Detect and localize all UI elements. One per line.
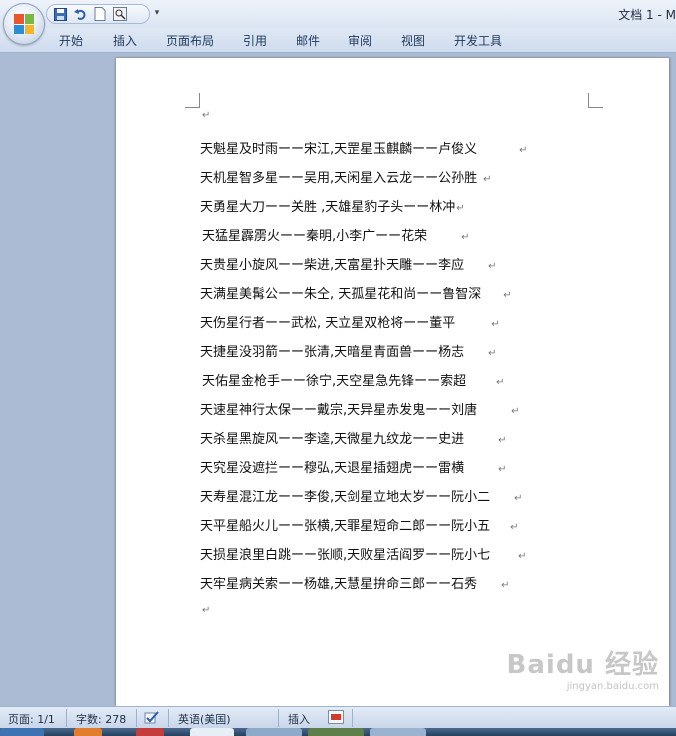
save-icon[interactable] [53,7,67,21]
watermark-url: jingyan.baidu.com [566,681,659,692]
proofing-check-icon[interactable] [144,710,160,727]
paragraph-mark: ↵ [202,605,211,616]
status-divider [168,709,169,727]
windows-taskbar [0,728,676,736]
tab-insert[interactable]: 插入 [113,32,137,49]
document-line[interactable]: 天杀星黑旋风ーー李逵,天微星九纹龙ーー史进 ↵ [200,428,507,448]
document-area: ↵ 天魁星及时雨ーー宋江,天罡星玉麒麟ーー卢俊义 ↵ 天机星智多星ーー吴用,天闲星… [0,53,676,706]
tab-review[interactable]: 审阅 [348,32,372,49]
page-count[interactable]: 页面: 1/1 [8,711,55,727]
document-line[interactable]: 天猛星霹雳火ーー秦明,小李广ーー花荣 ↵ [202,225,470,245]
document-line[interactable]: 天牢星病关索ーー杨雄,天慧星拚命三郎ーー石秀 ↵ [200,573,510,593]
new-document-icon[interactable] [93,7,107,21]
crop-mark-left [185,93,200,108]
print-preview-icon[interactable] [113,7,127,21]
tab-view[interactable]: 视图 [401,32,425,49]
document-line[interactable]: 天佑星金枪手ーー徐宁,天空星急先锋ーー索超 ↵ [202,370,505,390]
quick-access-toolbar [46,4,150,24]
start-button[interactable] [0,728,44,736]
document-line[interactable]: 天机星智多星ーー吴用,天闲星入云龙ーー公孙胜 ↵ [200,167,492,187]
watermark: Baidu 经验 jingyan.baidu.com [507,644,659,692]
tab-home[interactable]: 开始 [59,32,83,49]
insert-mode-indicator[interactable]: 插入 [288,711,310,727]
document-line[interactable]: 天魁星及时雨ーー宋江,天罡星玉麒麟ーー卢俊义 ↵ [200,138,528,158]
window-title: 文档 1 - M [618,8,676,22]
document-line[interactable]: 天寿星混江龙ーー李俊,天剑星立地太岁ーー阮小二 ↵ [200,486,523,506]
document-line[interactable]: 天满星美髯公ーー朱仝, 天孤星花和尚ーー鲁智深 ↵ [200,283,512,303]
title-bar: ▾ 文档 1 - M [0,0,676,45]
status-divider [136,709,137,727]
word-count[interactable]: 字数: 278 [76,711,126,727]
macro-record-icon[interactable] [328,710,344,727]
taskbar-app-icon[interactable] [136,728,164,736]
watermark-brand: Baidu 经验 [506,650,659,680]
customize-toolbar-chevron-icon[interactable]: ▾ [152,7,162,19]
status-bar: 页面: 1/1 字数: 278 英语(美国) 插入 [0,706,676,729]
status-divider [66,709,67,727]
document-line[interactable]: 天贵星小旋风ーー柴进,天富星扑天雕ーー李应 ↵ [200,254,497,274]
document-line[interactable]: 天损星浪里白跳ーー张顺,天败星活阎罗ーー阮小七 ↵ [200,544,527,564]
tab-mailings[interactable]: 邮件 [296,32,320,49]
document-line[interactable]: 天究星没遮拦ーー穆弘,天退星插翅虎ーー雷横 ↵ [200,457,507,477]
language-indicator[interactable]: 英语(美国) [178,711,231,727]
document-line[interactable]: 天速星神行太保ーー戴宗,天异星赤发鬼ーー刘唐 ↵ [200,399,520,419]
status-divider [352,709,353,727]
document-line[interactable]: 天伤星行者ーー武松, 天立星双枪将ーー董平 ↵ [200,312,500,332]
taskbar-app-icon[interactable] [74,728,102,736]
taskbar-app-icon[interactable] [370,728,426,736]
document-page[interactable]: ↵ 天魁星及时雨ーー宋江,天罡星玉麒麟ーー卢俊义 ↵ 天机星智多星ーー吴用,天闲星… [116,58,669,706]
document-line[interactable]: 天捷星没羽箭ーー张清,天暗星青面兽ーー杨志 ↵ [200,341,497,361]
undo-icon[interactable] [73,7,87,21]
tab-references[interactable]: 引用 [243,32,267,49]
office-logo-icon [14,14,34,34]
document-line[interactable]: 天勇星大刀ーー关胜 ,天雄星豹子头ーー林冲↵ [200,196,465,216]
taskbar-app-icon[interactable] [190,728,234,736]
tab-developer[interactable]: 开发工具 [454,32,502,49]
taskbar-app-icon[interactable] [308,728,364,736]
paragraph-mark: ↵ [202,110,211,121]
office-button[interactable] [3,3,45,45]
crop-mark-right [588,93,603,108]
ribbon-tab-bar: 开始 插入 页面布局 引用 邮件 审阅 视图 开发工具 [0,28,676,53]
tab-page-layout[interactable]: 页面布局 [166,32,214,49]
taskbar-app-icon[interactable] [246,728,302,736]
document-line[interactable]: 天平星船火儿ーー张横,天罪星短命二郎ーー阮小五 ↵ [200,515,519,535]
status-divider [278,709,279,727]
